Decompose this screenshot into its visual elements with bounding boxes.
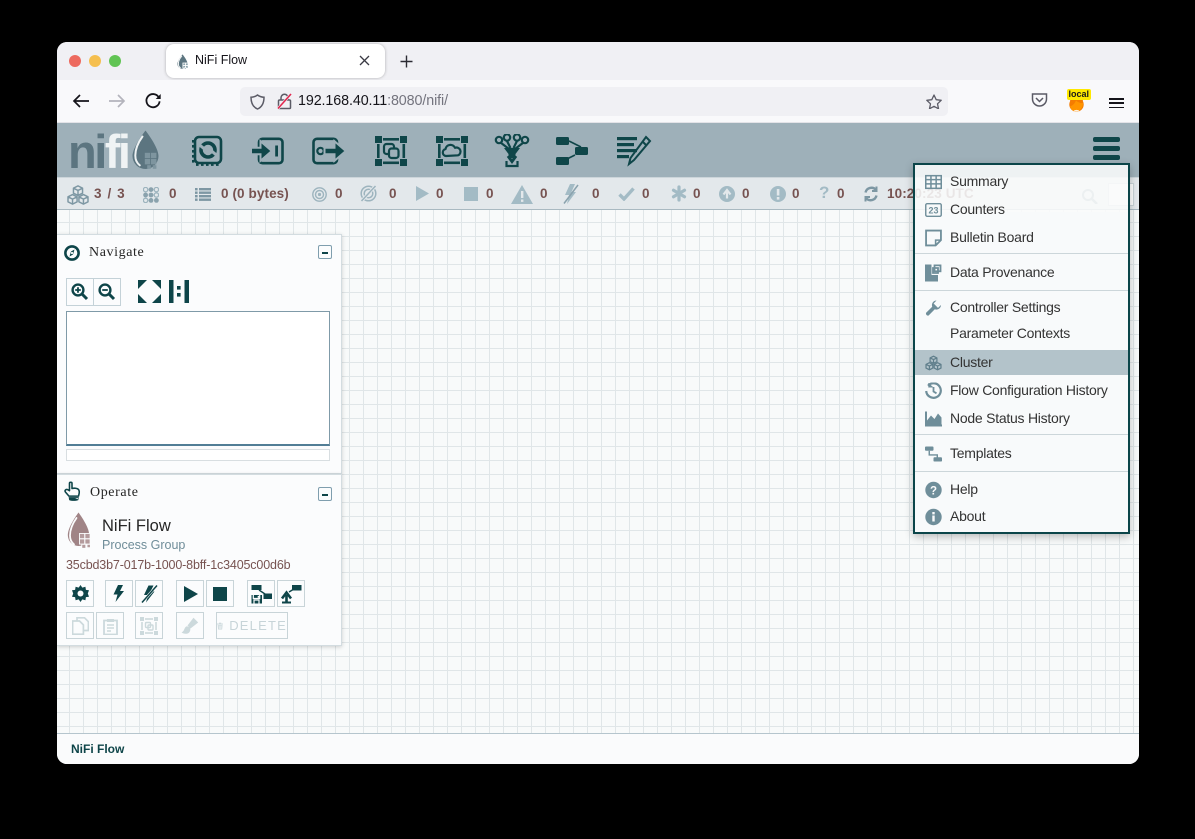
svg-text:23: 23 bbox=[929, 205, 939, 215]
svg-text:?: ? bbox=[930, 485, 937, 497]
